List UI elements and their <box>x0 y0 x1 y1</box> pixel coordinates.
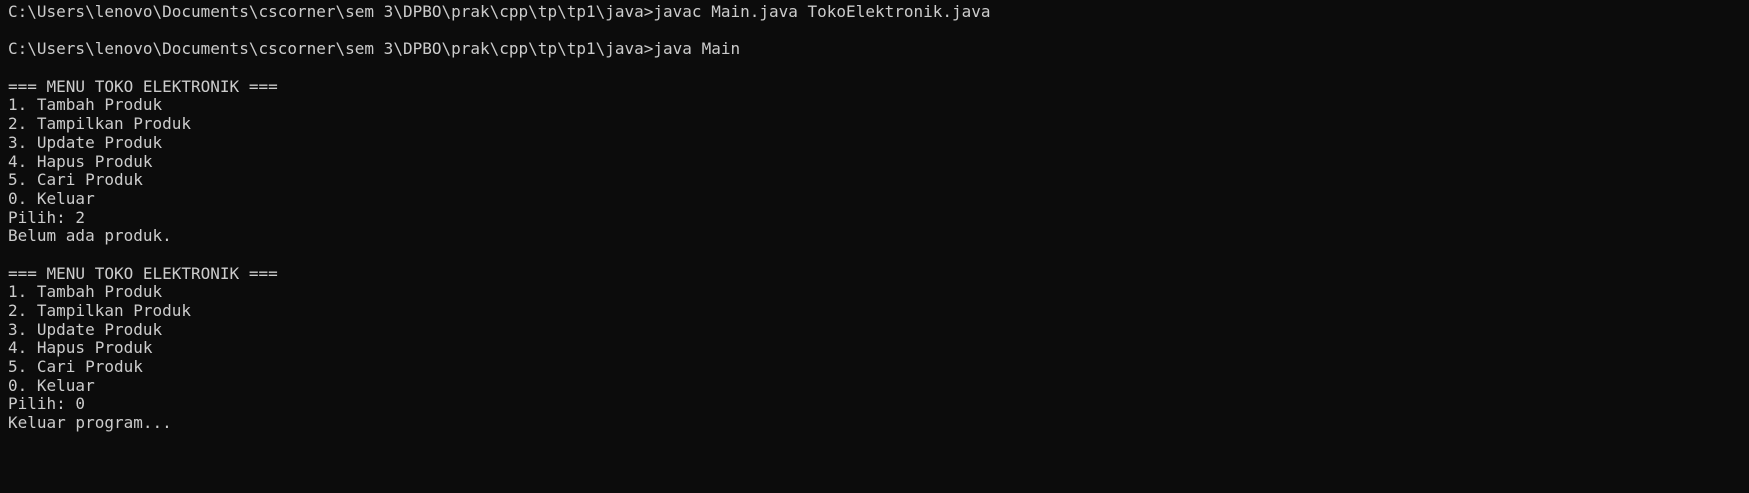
menu-item-hapus: 4. Hapus Produk <box>8 151 153 171</box>
menu-title: === MENU TOKO ELEKTRONIK === <box>8 263 278 283</box>
prompt-pilih: Pilih: 0 <box>8 394 86 414</box>
menu-item-cari: 5. Cari Produk <box>8 170 143 190</box>
result-message: Belum ada produk. <box>8 226 172 246</box>
menu-item-cari: 5. Cari Produk <box>8 357 143 377</box>
prompt-pilih: Pilih: 2 <box>8 207 86 227</box>
menu-item-update: 3. Update Produk <box>8 319 163 339</box>
menu-item-keluar: 0. Keluar <box>8 188 95 208</box>
terminal-window[interactable]: C:\Users\lenovo\Documents\cscorner\sem 3… <box>0 0 1749 493</box>
command-line-java: C:\Users\lenovo\Documents\cscorner\sem 3… <box>8 39 741 59</box>
menu-item-tampilkan: 2. Tampilkan Produk <box>8 114 192 134</box>
menu-item-hapus: 4. Hapus Produk <box>8 338 153 358</box>
menu-item-keluar: 0. Keluar <box>8 375 95 395</box>
menu-item-tampilkan: 2. Tampilkan Produk <box>8 301 192 320</box>
menu-item-tambah: 1. Tambah Produk <box>8 282 163 302</box>
command-line-javac: C:\Users\lenovo\Documents\cscorner\sem 3… <box>8 2 991 21</box>
menu-item-update: 3. Update Produk <box>8 132 163 152</box>
exit-message: Keluar program... <box>8 413 172 433</box>
menu-title: === MENU TOKO ELEKTRONIK === <box>8 76 278 96</box>
menu-item-tambah: 1. Tambah Produk <box>8 95 163 115</box>
terminal-output: C:\Users\lenovo\Documents\cscorner\sem 3… <box>8 2 991 433</box>
